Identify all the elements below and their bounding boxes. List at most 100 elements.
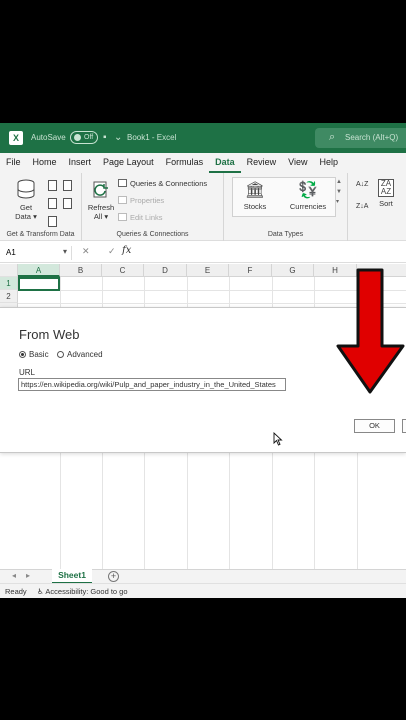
edit-links-icon: [118, 213, 127, 221]
add-sheet-button[interactable]: +: [108, 571, 119, 582]
queries-connections-button[interactable]: Queries & Connections: [118, 179, 207, 188]
group-sort-filter: A↓Z Z↓A ZA AZ Sort: [348, 173, 406, 241]
group-label: Queries & Connections: [116, 231, 189, 238]
refresh-all-button[interactable]: Refresh All ▾: [86, 179, 116, 221]
queries-icon: [118, 179, 127, 187]
next-sheet-icon[interactable]: ▸: [26, 571, 30, 580]
red-arrow-annotation: [336, 268, 405, 394]
ok-button[interactable]: OK: [354, 419, 395, 433]
group-get-transform: Get Data ▾ Get & Transform Data: [0, 173, 82, 241]
properties-label: Properties: [130, 196, 165, 205]
basic-radio[interactable]: Basic: [19, 350, 49, 359]
more-icon[interactable]: ⌄: [114, 132, 122, 143]
radio-unselected-icon: [57, 351, 64, 358]
column-header[interactable]: B: [60, 264, 102, 277]
sheet-tab-bar: ◂ ▸ Sheet1 +: [0, 569, 406, 584]
accessibility-icon: ♿: [37, 587, 44, 596]
cancel-enter-icons[interactable]: ✕ ✓: [82, 246, 124, 257]
from-text-icon[interactable]: [48, 180, 57, 191]
cancel-button[interactable]: [402, 419, 406, 433]
sort-za-button[interactable]: Z↓A: [356, 203, 368, 210]
select-all-corner[interactable]: [0, 264, 18, 277]
tab-data[interactable]: Data: [209, 153, 241, 173]
dialog-title: From Web: [19, 327, 80, 342]
stocks-button[interactable]: 🏛 Stocks: [238, 182, 272, 211]
tab-insert[interactable]: Insert: [63, 153, 98, 173]
autosave-toggle[interactable]: Off: [70, 131, 98, 144]
accessibility-status[interactable]: ♿ Accessibility: Good to go: [37, 587, 128, 596]
name-box-value: A1: [6, 248, 16, 257]
properties-button[interactable]: Properties: [118, 196, 164, 205]
advanced-label: Advanced: [67, 350, 103, 359]
sort-label: Sort: [379, 199, 393, 208]
document-title: Book1 - Excel: [127, 133, 177, 142]
refresh-line1: Refresh: [87, 203, 115, 212]
tab-view[interactable]: View: [282, 153, 313, 173]
currencies-button[interactable]: 💱 Currencies: [286, 182, 330, 211]
existing-connections-icon[interactable]: [48, 216, 57, 227]
title-bar: X AutoSave Off ▪ ⌄ Book1 - Excel ⌕ Searc…: [0, 123, 406, 153]
advanced-radio[interactable]: Advanced: [57, 350, 103, 359]
queries-connections-label: Queries & Connections: [130, 179, 208, 188]
get-data-button[interactable]: Get Data ▾: [8, 179, 44, 221]
mouse-cursor-icon: [273, 432, 283, 446]
gallery-scroll[interactable]: ▲ ▼ ▾: [336, 177, 342, 207]
tab-formulas[interactable]: Formulas: [160, 153, 210, 173]
url-input[interactable]: [18, 378, 286, 391]
get-data-line1: Get: [19, 203, 33, 212]
save-icon[interactable]: ▪: [103, 132, 107, 143]
ribbon: Get Data ▾ Get & Transform Data Refresh …: [0, 173, 406, 241]
database-icon: [17, 179, 35, 199]
tab-file[interactable]: File: [0, 153, 27, 173]
bank-icon: 🏛: [244, 182, 266, 199]
name-box[interactable]: A1 ▾: [2, 246, 72, 260]
search-box[interactable]: ⌕ Search (Alt+Q): [315, 128, 406, 148]
radio-selected-icon: [19, 351, 26, 358]
refresh-line2: All ▾: [93, 212, 109, 221]
insert-function-icon[interactable]: fx: [122, 245, 131, 256]
status-bar: Ready ♿ Accessibility: Good to go: [0, 583, 406, 598]
group-label: Get & Transform Data: [6, 231, 75, 238]
active-cell-a1[interactable]: [18, 277, 60, 291]
row-header[interactable]: 1: [0, 277, 18, 290]
prev-sheet-icon[interactable]: ◂: [12, 571, 16, 580]
tab-home[interactable]: Home: [27, 153, 63, 173]
currencies-label: Currencies: [289, 202, 327, 211]
column-header[interactable]: C: [102, 264, 144, 277]
chevron-down-icon[interactable]: ▾: [63, 247, 67, 256]
currency-icon: 💱: [298, 182, 318, 199]
group-queries-connections: Refresh All ▾ Queries & Connections Prop…: [82, 173, 224, 241]
sort-button[interactable]: ZA AZ Sort: [372, 179, 400, 208]
sheet-tab-sheet1[interactable]: Sheet1: [52, 569, 92, 584]
row-header[interactable]: 2: [0, 290, 18, 303]
from-table-icon[interactable]: [48, 198, 57, 209]
column-header[interactable]: G: [272, 264, 314, 277]
stocks-label: Stocks: [243, 202, 267, 211]
accessibility-label: Accessibility: Good to go: [45, 587, 128, 596]
properties-icon: [118, 196, 127, 204]
from-web-icon[interactable]: [63, 180, 72, 191]
tab-help[interactable]: Help: [314, 153, 345, 173]
refresh-icon: [93, 181, 108, 198]
column-header[interactable]: D: [144, 264, 187, 277]
sort-az-button[interactable]: A↓Z: [356, 181, 368, 188]
search-placeholder: Search (Alt+Q): [345, 133, 399, 142]
tab-page-layout[interactable]: Page Layout: [97, 153, 160, 173]
column-header[interactable]: A: [18, 264, 60, 277]
autosave-label: AutoSave: [31, 133, 66, 142]
group-label: Data Types: [267, 231, 304, 238]
status-ready: Ready: [5, 587, 27, 596]
column-header[interactable]: E: [187, 264, 229, 277]
tab-review[interactable]: Review: [241, 153, 283, 173]
sort-icon: ZA AZ: [378, 179, 394, 197]
column-header[interactable]: F: [229, 264, 272, 277]
ribbon-tabs: File Home Insert Page Layout Formulas Da…: [0, 153, 406, 173]
formula-bar: A1 ▾ ✕ ✓ fx: [0, 243, 406, 263]
excel-logo-icon: X: [9, 131, 23, 145]
basic-label: Basic: [29, 350, 49, 359]
excel-window: X AutoSave Off ▪ ⌄ Book1 - Excel ⌕ Searc…: [0, 123, 406, 598]
edit-links-label: Edit Links: [130, 213, 163, 222]
recent-sources-icon[interactable]: [63, 198, 72, 209]
edit-links-button[interactable]: Edit Links: [118, 213, 163, 222]
get-data-line2: Data ▾: [15, 212, 37, 221]
